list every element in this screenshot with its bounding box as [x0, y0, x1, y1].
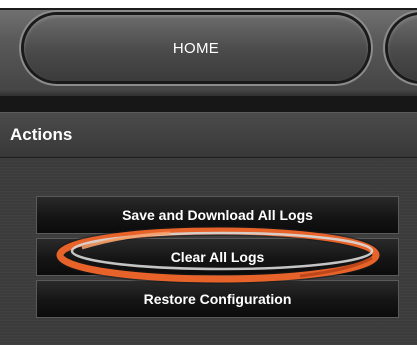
save-and-download-all-logs-button[interactable]: Save and Download All Logs [36, 196, 399, 234]
home-button[interactable]: HOME [24, 15, 368, 81]
top-navigation-bar: HOME [0, 0, 417, 96]
header-divider [0, 96, 417, 112]
restore-configuration-button[interactable]: Restore Configuration [36, 280, 399, 318]
home-button-label: HOME [172, 39, 220, 57]
actions-title: Actions [10, 125, 73, 144]
actions-section-header: Actions [0, 112, 417, 158]
save-and-download-all-logs-label: Save and Download All Logs [122, 207, 313, 223]
clear-all-logs-button[interactable]: Clear All Logs [36, 238, 399, 276]
clear-all-logs-label: Clear All Logs [170, 249, 265, 265]
next-nav-button[interactable] [388, 15, 417, 81]
restore-configuration-label: Restore Configuration [143, 291, 292, 307]
